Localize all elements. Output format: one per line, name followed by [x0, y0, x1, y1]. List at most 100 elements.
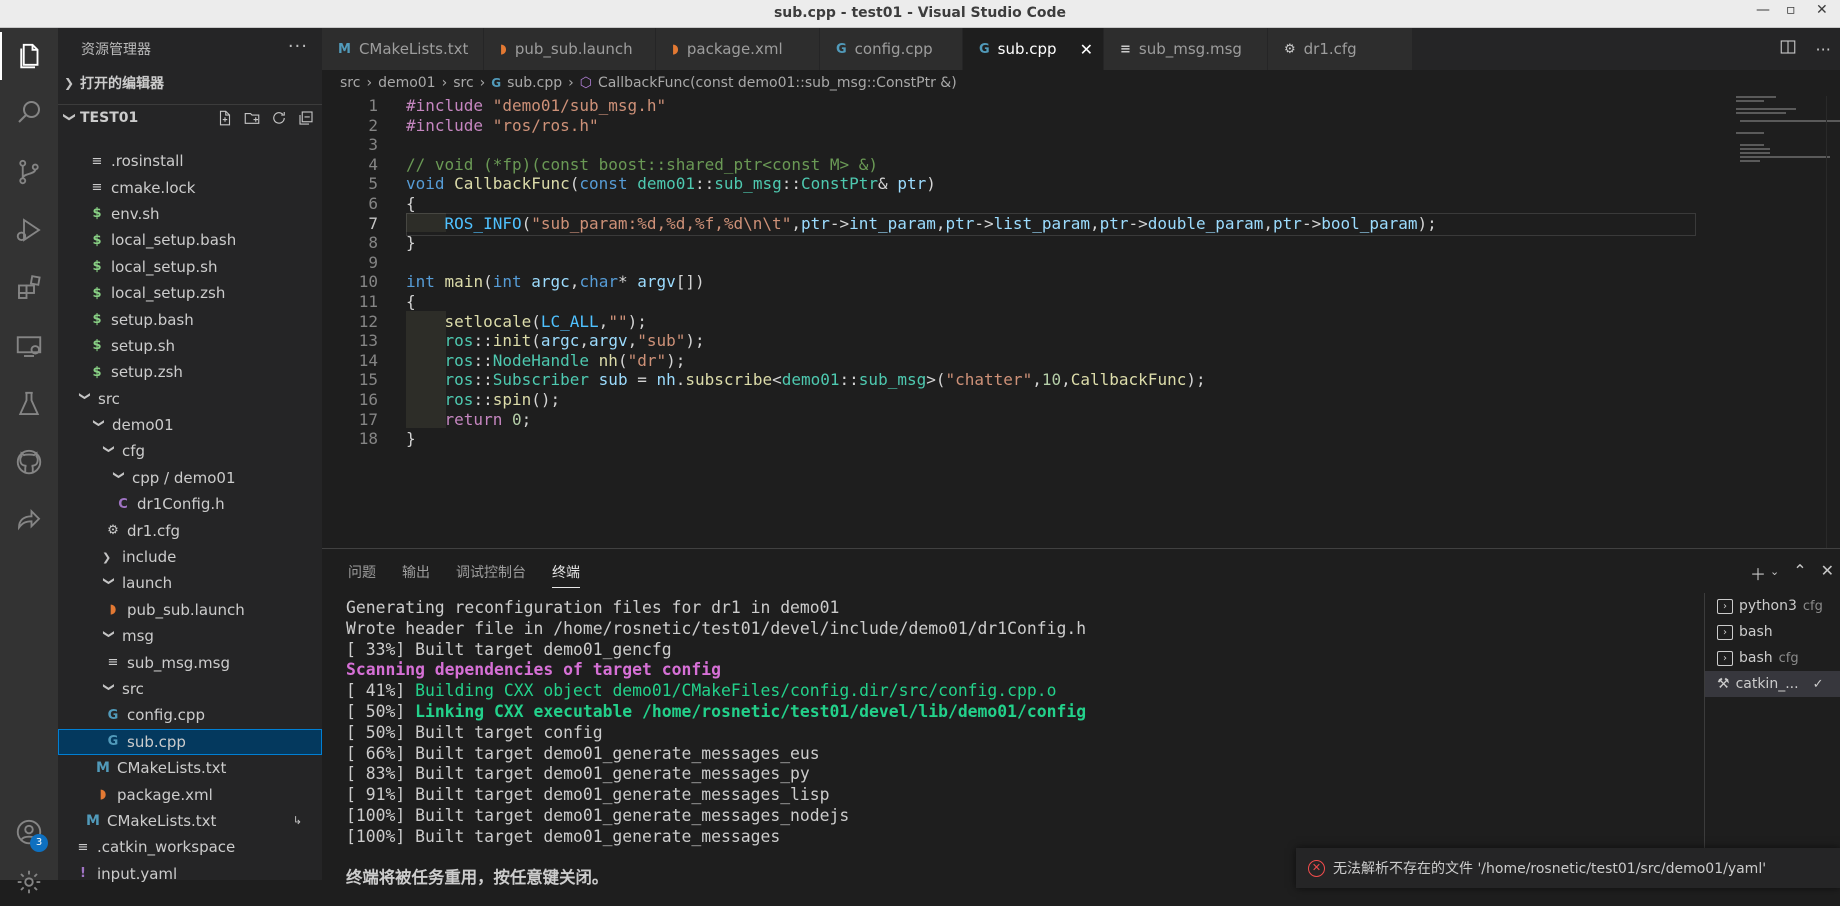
- live-share-icon[interactable]: [0, 496, 58, 544]
- tab-pub-sub-launch[interactable]: ◗ pub_sub.launch: [484, 28, 656, 70]
- tree-item-label: dr1.cfg: [127, 521, 181, 540]
- open-editors-section[interactable]: ❯ 打开的编辑器: [58, 70, 322, 96]
- terminal-line: [ 91%] Built target demo01_generate_mess…: [346, 785, 830, 805]
- tab-label: sub.cpp: [997, 40, 1057, 58]
- chevron-right-icon: ❯: [102, 550, 112, 564]
- tab-terminal[interactable]: 终端: [552, 562, 580, 588]
- breadcrumb-separator-icon: ›: [366, 75, 373, 91]
- extensions-icon[interactable]: [0, 264, 58, 312]
- tab-sub-msg[interactable]: ≡ sub_msg.msg: [1104, 28, 1268, 70]
- tab-debug-console[interactable]: 调试控制台: [456, 562, 526, 582]
- new-file-icon[interactable]: [215, 108, 235, 128]
- minimize-button[interactable]: —: [1756, 2, 1770, 18]
- tab-output[interactable]: 输出: [402, 562, 430, 582]
- breadcrumb-item[interactable]: src: [340, 75, 360, 91]
- tree-item[interactable]: $ setup.sh: [58, 333, 322, 359]
- run-debug-icon[interactable]: [0, 206, 58, 254]
- tree-item[interactable]: M CMakeLists.txt: [58, 755, 322, 781]
- line-number: 7: [368, 213, 378, 233]
- new-folder-icon[interactable]: [242, 108, 262, 128]
- tree-item[interactable]: ≡ .catkin_workspace: [58, 834, 322, 860]
- more-actions-icon[interactable]: ···: [1816, 40, 1831, 59]
- code-editor[interactable]: 1 #include "demo01/sub_msg.h" 2 #include "r…: [322, 96, 1840, 548]
- remote-explorer-icon[interactable]: [0, 322, 58, 370]
- tree-folder[interactable]: ❯ msg: [58, 623, 322, 649]
- tree-folder[interactable]: ❯ launch: [58, 570, 322, 596]
- chevron-down-icon: ❯: [102, 576, 116, 586]
- tree-item[interactable]: ◗ pub_sub.launch: [58, 597, 322, 623]
- shell-script-icon: $: [92, 312, 102, 328]
- tree-folder[interactable]: ❯ demo01: [58, 412, 322, 438]
- refresh-icon[interactable]: [269, 108, 289, 128]
- tree-item[interactable]: ≡ sub_msg.msg: [58, 649, 322, 675]
- tree-item[interactable]: ! input.yaml: [58, 861, 322, 887]
- tree-folder[interactable]: ❯ src: [58, 386, 322, 412]
- tree-folder[interactable]: ❯ cfg: [58, 438, 322, 464]
- github-icon[interactable]: [0, 438, 58, 486]
- terminal-list: › python3 cfg › bash › bash cfg ⚒ catkin_... ✓: [1704, 593, 1840, 881]
- tab-sub-cpp[interactable]: Gsub.cpp ✕: [963, 28, 1104, 70]
- terminal-item[interactable]: › bash cfg: [1705, 645, 1840, 671]
- cpp-file-icon: G: [491, 76, 502, 90]
- new-terminal-icon[interactable]: ＋: [1750, 561, 1766, 585]
- tree-item[interactable]: ≡ cmake.lock: [58, 174, 322, 200]
- search-icon[interactable]: [0, 88, 58, 136]
- code-line: ros::Subscriber sub = nh.subscribe<demo0…: [444, 370, 1206, 390]
- tree-item[interactable]: $ setup.bash: [58, 306, 322, 332]
- chevron-down-icon[interactable]: ⌄: [1770, 565, 1779, 585]
- tab-problems[interactable]: 问题: [348, 562, 376, 582]
- tab-cmakelists[interactable]: M CMakeLists.txt: [322, 28, 484, 70]
- workspace-section[interactable]: ❯ TEST01: [58, 104, 322, 130]
- breadcrumb-item[interactable]: sub.cpp: [507, 75, 562, 91]
- maximize-panel-icon[interactable]: ⌃: [1793, 561, 1806, 585]
- tree-item[interactable]: ◗ package.xml: [58, 781, 322, 807]
- tree-item[interactable]: $ local_setup.sh: [58, 254, 322, 280]
- terminal-item-selected[interactable]: ⚒ catkin_... ✓: [1705, 671, 1840, 697]
- c-header-icon: C: [118, 496, 128, 512]
- tree-folder[interactable]: ❯ src: [58, 676, 322, 702]
- tree-item-selected[interactable]: Gsub.cpp: [58, 728, 322, 755]
- tab-config-cpp[interactable]: Gconfig.cpp: [820, 28, 963, 70]
- tree-folder[interactable]: ❯ include: [58, 544, 322, 570]
- collapse-all-icon[interactable]: [296, 108, 316, 128]
- close-icon[interactable]: ✕: [1821, 561, 1834, 585]
- error-notification[interactable]: ✕ 无法解析不存在的文件 '/home/rosnetic/test01/src/…: [1296, 848, 1840, 888]
- tree-item[interactable]: ⚙ dr1.cfg: [58, 517, 322, 543]
- breadcrumb-item[interactable]: demo01: [378, 75, 436, 91]
- terminal-output[interactable]: Generating reconfiguration files for dr1…: [346, 598, 1086, 889]
- tree-item[interactable]: $ env.sh: [58, 201, 322, 227]
- split-editor-icon[interactable]: [1779, 38, 1797, 60]
- tree-item[interactable]: $ local_setup.bash: [58, 227, 322, 253]
- tab-dr1-cfg[interactable]: ⚙ dr1.cfg: [1268, 28, 1413, 70]
- terminal-item[interactable]: › python3 cfg: [1705, 593, 1840, 619]
- tree-item[interactable]: $ setup.zsh: [58, 359, 322, 385]
- editor-scrollbar[interactable]: [1826, 96, 1840, 548]
- file-tree: ≡ .rosinstall ≡ cmake.lock $ env.sh $ local_…: [58, 148, 322, 887]
- check-icon: ✓: [1812, 676, 1824, 692]
- tree-item-label: msg: [122, 627, 154, 646]
- close-icon[interactable]: ✕: [1080, 40, 1093, 59]
- tree-folder[interactable]: ❯ cpp / demo01: [58, 465, 322, 491]
- source-control-icon[interactable]: [0, 148, 58, 196]
- tab-package-xml[interactable]: ◗ package.xml: [656, 28, 820, 70]
- close-window-button[interactable]: ✕: [1816, 2, 1828, 18]
- more-actions-icon[interactable]: ···: [288, 36, 308, 57]
- breadcrumb-item[interactable]: src: [453, 75, 473, 91]
- breadcrumb-item[interactable]: CallbackFunc(const demo01::sub_msg::Cons…: [598, 75, 957, 91]
- testing-icon[interactable]: [0, 380, 58, 428]
- tree-item[interactable]: ≡ .rosinstall: [58, 148, 322, 174]
- minimap[interactable]: [1730, 96, 1840, 548]
- terminal-line: [ 66%] Built target demo01_generate_mess…: [346, 743, 820, 763]
- explorer-icon[interactable]: [0, 32, 58, 80]
- maximize-button[interactable]: ▫: [1786, 2, 1796, 18]
- accounts-icon[interactable]: 3: [0, 808, 58, 856]
- tree-item-label: sub_msg.msg: [127, 653, 231, 672]
- tree-item[interactable]: Gconfig.cpp: [58, 702, 322, 728]
- tree-item[interactable]: M CMakeLists.txt ↳: [58, 808, 322, 834]
- tree-item[interactable]: $ local_setup.zsh: [58, 280, 322, 306]
- tree-item[interactable]: Cdr1Config.h: [58, 491, 322, 517]
- breadcrumb-separator-icon: ›: [441, 75, 448, 91]
- terminal-item[interactable]: › bash: [1705, 619, 1840, 645]
- shell-script-icon: $: [92, 285, 102, 301]
- manage-gear-icon[interactable]: [0, 858, 58, 906]
